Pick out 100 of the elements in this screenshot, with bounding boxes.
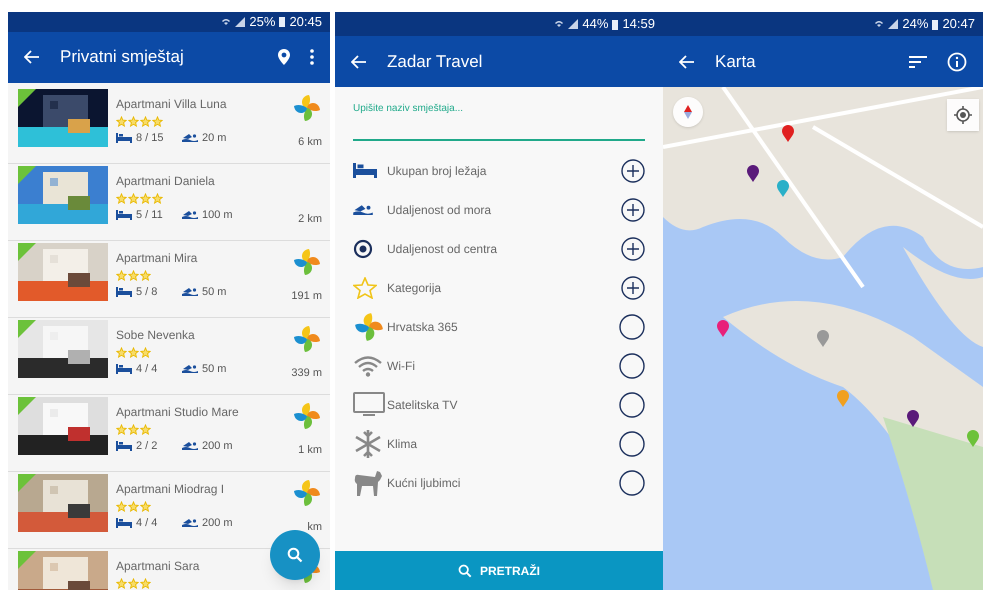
sea-distance: 100 m [202,208,233,222]
add-button[interactable] [621,276,645,300]
sea-distance: 50 m [202,284,226,300]
signal-icon [888,19,898,29]
star-icon [140,424,151,434]
screen-title: Privatni smještaj [60,46,185,68]
my-location-button[interactable] [947,99,979,131]
radio-button[interactable] [619,430,645,456]
star-icon [128,270,139,280]
radio-button[interactable] [619,352,645,378]
bed-icon [116,440,132,451]
center-distance: 339 m [291,366,322,381]
star-icon [116,500,127,512]
filter-label: Kategorija [387,280,442,296]
star-icon [116,116,127,126]
sort-icon[interactable] [909,56,927,68]
listing-row[interactable]: Apartmani Studio Mare 2 / 2 200 m 1 km [8,394,330,472]
compass-icon [684,105,692,119]
center-distance: 6 km [298,135,322,150]
swimmer-icon [353,204,373,215]
star-icon [128,192,139,204]
star-icon [116,192,127,204]
pinwheel-logo-icon [292,478,322,508]
bed-icon [116,518,132,528]
filter-label: Ukupan broj ležaja [387,162,488,180]
listing-row[interactable]: Sobe Nevenka 4 / 4 50 m 339 m [8,318,330,394]
star-icon [353,276,377,298]
radio-button[interactable] [619,314,645,340]
listing-name: Apartmani Villa Luna [116,96,228,112]
star-icon [116,346,127,358]
wifi-icon [554,19,564,29]
filter-label: Wi-Fi [387,358,416,374]
wifi-icon [874,19,884,29]
sea-distance: 200 m [202,438,233,454]
radio-button[interactable] [619,470,645,496]
back-arrow-icon[interactable] [351,54,367,68]
snowflake-icon [353,428,383,458]
bed-icon [116,286,132,297]
target-icon [353,238,373,258]
add-button[interactable] [621,198,645,222]
bed-count: 8 / 15 [136,130,165,146]
radio-button[interactable] [619,392,645,418]
star-icon [128,578,139,588]
listing-name: Sobe Nevenka [116,326,196,344]
search-fab[interactable] [270,530,320,580]
wifi-icon [221,16,232,27]
pinwheel-logo-icon [292,400,322,430]
listing-row[interactable]: Apartmani Miodrag I 4 / 4 200 m km [8,472,330,548]
star-icon [116,270,127,280]
map-pin-icon[interactable] [278,49,290,65]
swimmer-icon [182,518,198,528]
clock: 20:47 [942,15,975,34]
sea-distance: 50 m [202,362,226,376]
clock: 14:59 [622,15,655,34]
screen-title: Karta [715,50,757,73]
listing-name: Apartmani Miodrag I [116,480,226,498]
center-distance: 191 m [291,289,322,304]
back-arrow-icon[interactable] [24,50,40,64]
more-menu-icon[interactable] [310,49,314,65]
crosshair-icon [954,106,972,124]
swimmer-icon [182,133,198,142]
listing-name: Apartmani Daniela [116,172,216,190]
back-arrow-icon[interactable] [679,54,695,68]
star-icon [140,578,151,588]
screen-title: Zadar Travel [387,50,482,73]
pinwheel-logo-icon [292,246,322,276]
wifi-icon [353,354,383,376]
listing-row[interactable]: Apartmani Villa Luna 8 / 15 20 m 6 km [8,86,330,164]
star-icon [140,346,151,358]
swimmer-icon [182,287,198,296]
search-icon [287,547,303,563]
listing-row[interactable]: Apartmani Daniela 5 / 11 100 m 2 km [8,164,330,240]
battery-percent: 24% [902,15,928,34]
center-distance: 2 km [298,212,322,227]
filter-label: Udaljenost od mora [387,202,492,218]
bed-count: 4 / 4 [136,516,158,530]
star-icon [152,116,163,126]
filter-label: Kućni ljubimci [387,474,462,492]
battery-icon [279,16,286,28]
listing-row[interactable]: Apartmani Mira 5 / 8 50 m 191 m [8,240,330,318]
info-icon[interactable] [947,52,967,72]
battery-icon [932,18,938,30]
swimmer-icon [182,441,198,450]
star-icon [116,578,127,588]
bed-icon [353,163,377,178]
battery-percent: 44% [582,15,608,34]
star-icon [140,116,151,126]
pinwheel-logo-icon [353,310,385,342]
filter-label: Klima [387,436,418,452]
bed-icon [116,210,132,220]
listing-name: Apartmani Sara [116,558,200,574]
swimmer-icon [182,364,198,374]
swimmer-icon [182,210,198,220]
add-button[interactable] [621,158,645,182]
add-button[interactable] [621,236,645,260]
center-distance: km [307,520,322,535]
bed-icon [116,132,132,143]
filter-label: Hrvatska 365 [387,318,459,336]
signal-icon [235,16,246,27]
tv-icon [353,392,385,417]
